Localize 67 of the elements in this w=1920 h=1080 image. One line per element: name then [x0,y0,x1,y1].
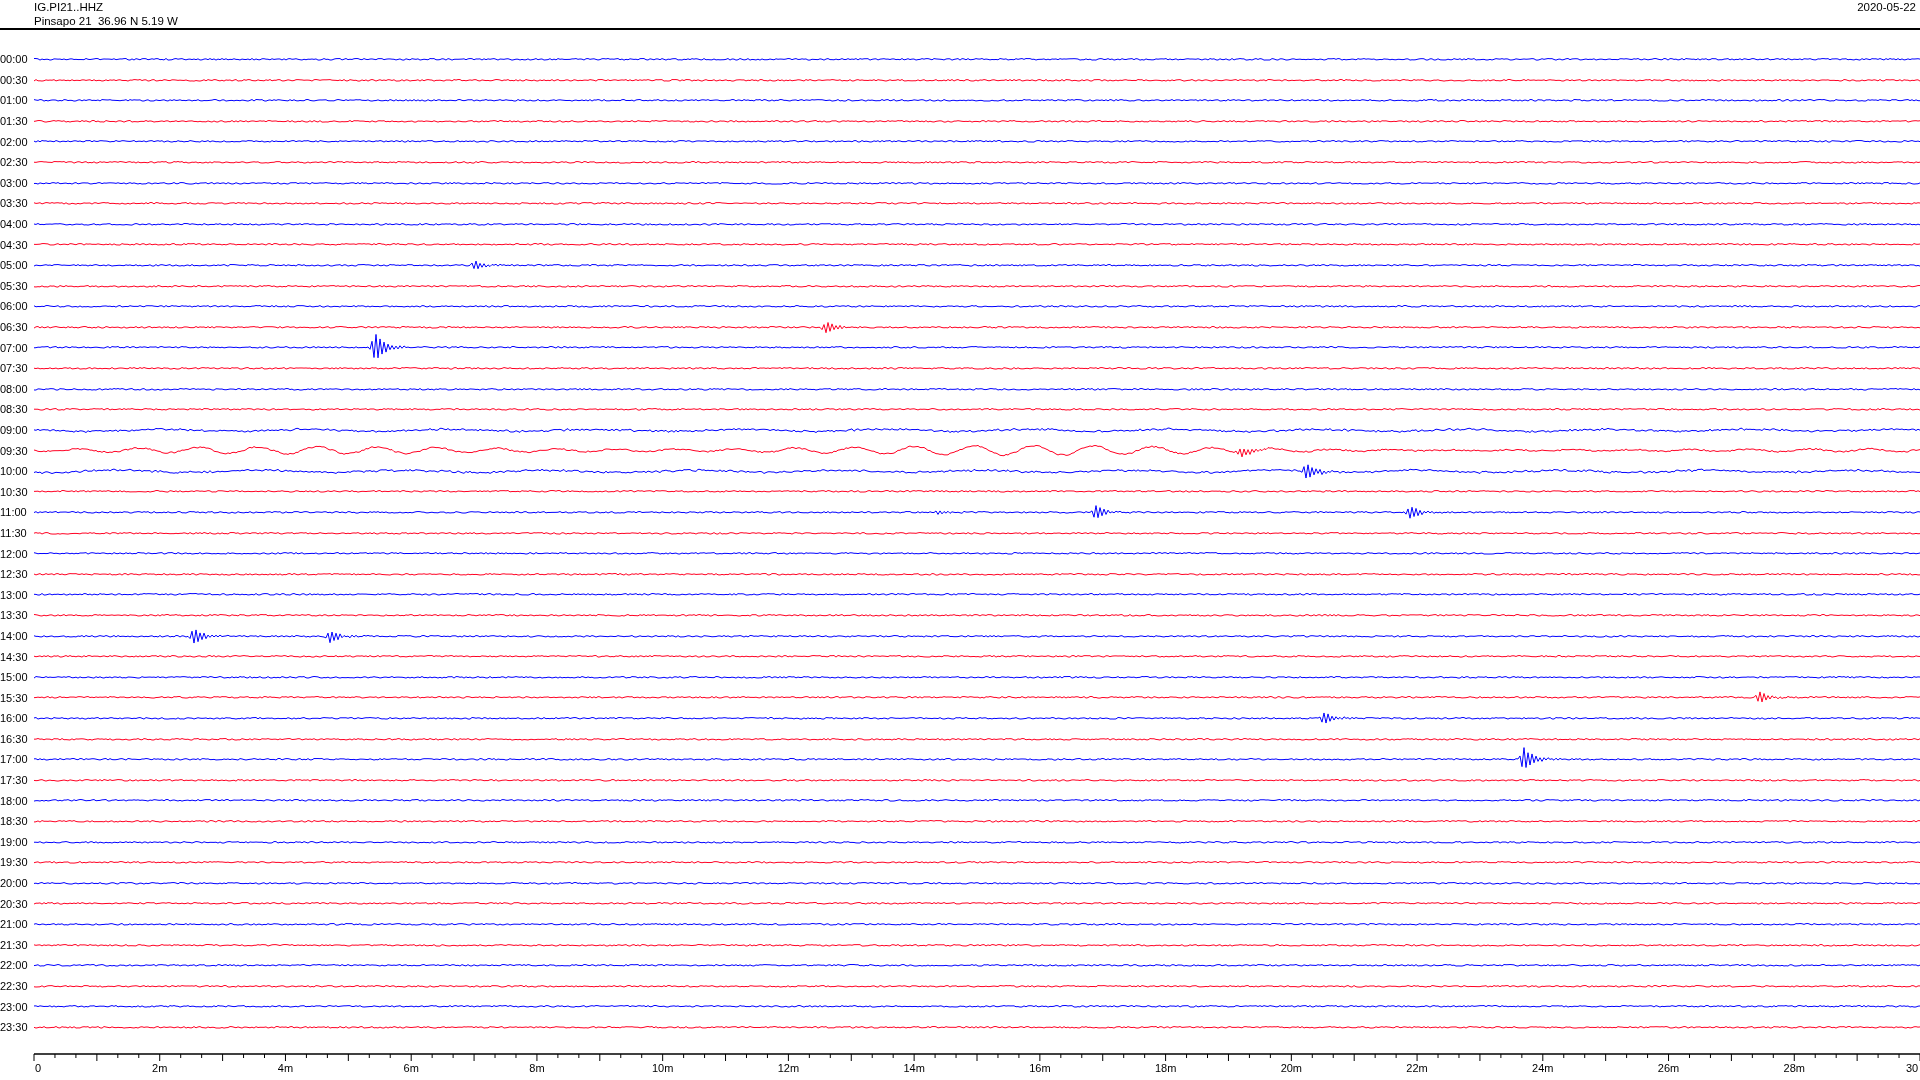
station-info: Pinsapo 21 36.96 N 5.19 W [34,14,178,28]
axis-label: 6m [403,1061,419,1074]
axis-label: 16m [1029,1061,1051,1074]
time-label: 03:00 [0,176,29,189]
axis-label: 8m [529,1061,545,1074]
time-label: 21:30 [0,938,29,951]
time-label: 08:30 [0,403,29,416]
axis-label: 30 [1905,1061,1919,1074]
time-label: 06:30 [0,321,29,333]
axis-label: 18m [1154,1061,1177,1074]
time-label: 13:00 [0,588,29,601]
time-label: 09:00 [0,424,29,436]
time-label: 15:00 [0,671,29,684]
time-label: 05:00 [0,259,29,272]
time-label: 07:00 [0,341,29,354]
time-label: 12:30 [0,568,29,581]
axis-label: 14m [903,1061,925,1074]
time-label: 16:30 [0,732,29,745]
axis-label: 28m [1783,1061,1805,1074]
time-label: 12:00 [0,547,29,560]
axis-label: 26m [1657,1061,1680,1074]
axis-label: 22m [1406,1061,1428,1074]
time-label: 22:30 [0,980,29,992]
time-label: 16:00 [0,712,29,725]
time-label: 23:00 [0,1000,29,1013]
time-label: 02:00 [0,135,29,148]
time-label: 10:30 [0,485,29,498]
time-label: 11:00 [0,506,28,519]
time-label: 04:30 [0,238,29,251]
time-label: 21:00 [0,918,29,931]
axis-label: 0 [34,1061,42,1074]
time-label: 07:30 [0,362,29,375]
time-label: 02:30 [0,156,29,169]
time-label: 17:00 [0,753,29,766]
time-label: 19:00 [0,835,29,848]
time-label: 01:30 [0,115,29,128]
time-label: 20:00 [0,877,29,890]
axis-label: 24m [1532,1061,1554,1074]
time-label: 15:30 [0,691,29,704]
time-label: 18:00 [0,794,29,807]
time-label: 00:00 [0,53,29,66]
axis-label: 10m [651,1061,674,1074]
time-label: 06:00 [0,300,29,313]
time-label: 14:30 [0,650,29,663]
time-label: 23:30 [0,1021,29,1034]
axis-label: 2m [152,1061,168,1074]
time-label: 20:30 [0,897,29,910]
time-label: 11:30 [0,526,28,539]
time-label: 05:30 [0,279,29,292]
time-label: 10:00 [0,465,29,478]
time-label: 08:00 [0,382,29,395]
time-label: 14:00 [0,629,29,642]
time-label: 19:30 [0,856,29,869]
time-label: 18:30 [0,815,29,828]
date-text: 2020-05-22 [1857,0,1916,15]
channel-code: IG.PI21..HHZ [34,0,105,14]
time-label: 03:30 [0,197,29,210]
time-label: 04:00 [0,218,29,231]
time-label: 13:30 [0,609,29,622]
time-label: 00:30 [0,73,29,86]
time-label: 22:00 [0,959,29,972]
time-label: 17:30 [0,774,29,787]
time-label: 01:00 [0,94,29,107]
time-label: 09:30 [0,444,29,457]
axis-label: 12m [777,1061,800,1074]
axis-label: 4m [277,1061,294,1074]
axis-label: 20m [1280,1061,1303,1074]
